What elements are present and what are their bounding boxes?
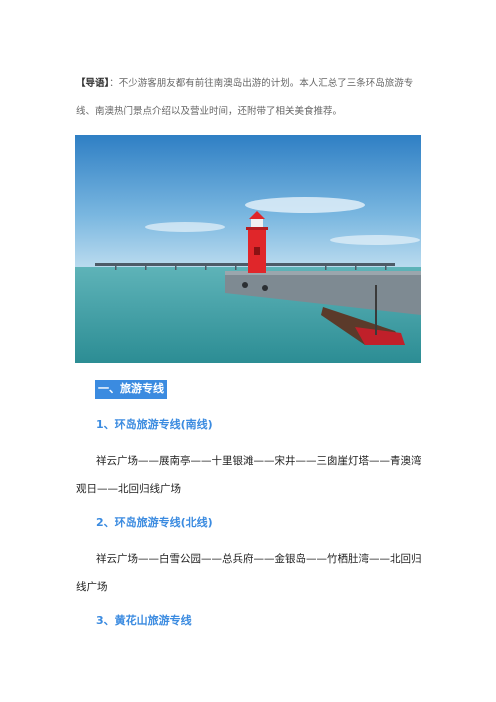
- cloud: [145, 222, 225, 232]
- intro-paragraph: 【导语】：不少游客朋友都有前往南澳岛出游的计划。本人汇总了三条环岛旅游专线、南澳…: [76, 70, 426, 126]
- route-title-north: 2、环岛旅游专线(北线): [96, 516, 213, 529]
- route-title-south: 1、环岛旅游专线(南线): [96, 418, 213, 431]
- cloud: [245, 197, 365, 213]
- intro-lead: 【导语】: [76, 78, 110, 89]
- section-title-tour-routes: 一、旅游专线: [95, 380, 167, 399]
- cloud: [330, 235, 420, 245]
- route-title-huanghuashan: 3、黄花山旅游专线: [96, 614, 192, 627]
- route-text-north: 祥云广场——白雪公园——总兵府——金银岛——竹栖肚湾——北回归线广场: [76, 553, 422, 593]
- route-text-south: 祥云广场——展南亭——十里银滩——宋井——三囱崖灯塔——青澳湾观日——北回归线广…: [76, 455, 422, 495]
- intro-body: ：不少游客朋友都有前往南澳岛出游的计划。本人汇总了三条环岛旅游专线、南澳热门景点…: [76, 78, 414, 117]
- lighthouse-photo: [75, 135, 421, 363]
